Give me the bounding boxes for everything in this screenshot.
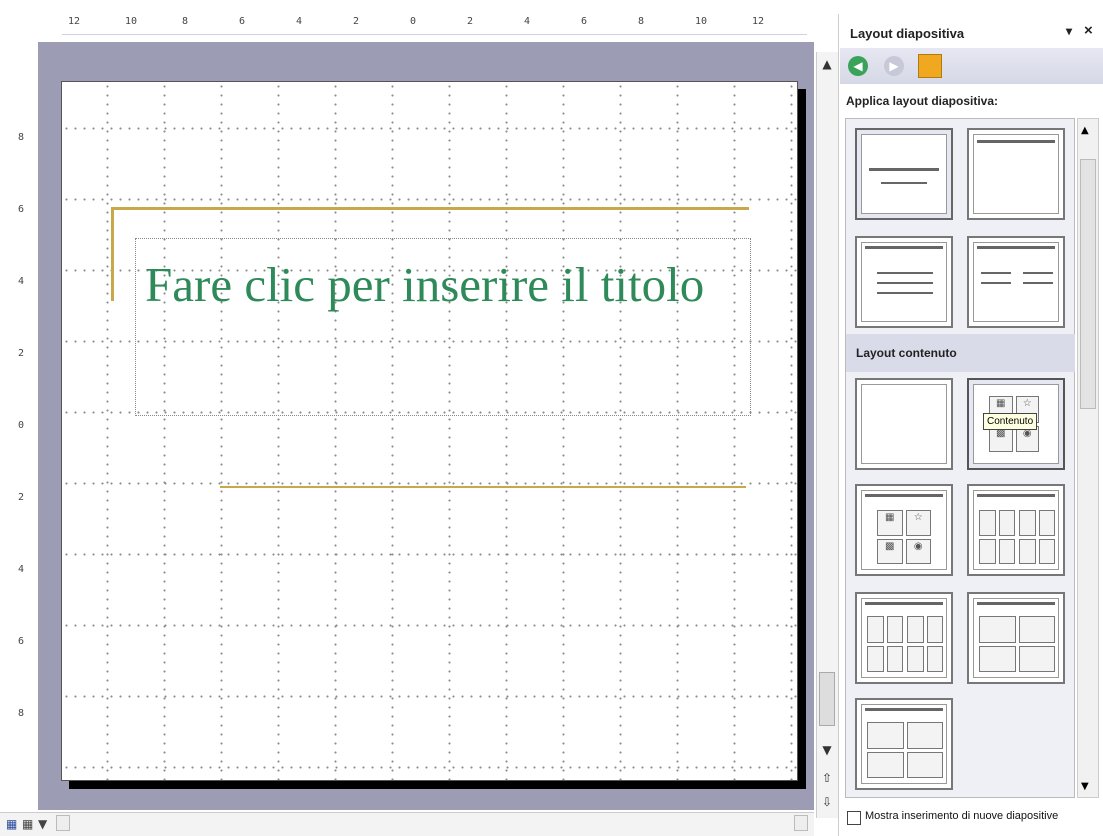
ruler-tick-label: 0 — [18, 420, 25, 431]
task-pane-navigation: ◀ ▶ — [840, 48, 1103, 84]
ruler-tick-label: 2 — [353, 16, 360, 27]
scroll-down-arrow-icon[interactable]: ▼ — [818, 742, 836, 758]
ruler-tick-label: 6 — [18, 636, 25, 647]
ruler-tick-label: 0 — [410, 16, 417, 27]
ruler-tick-label: 2 — [467, 16, 474, 27]
show-new-slide-label[interactable]: Mostra inserimento di nuove diapositive — [865, 810, 1058, 822]
layout-title-two-content[interactable] — [967, 484, 1065, 576]
ruler-labels: 12 10 8 6 4 2 0 2 4 6 8 10 12 — [62, 16, 807, 32]
pane-scroll-down-icon[interactable]: ▼ — [1081, 781, 1089, 792]
vertical-ruler: 8 6 4 2 0 2 4 6 8 — [14, 82, 34, 782]
scroll-thumb[interactable] — [819, 672, 835, 726]
pane-close-icon[interactable]: × — [1084, 22, 1093, 39]
normal-view-icon[interactable]: ▦ — [6, 817, 17, 831]
ruler-tick-label: 10 — [125, 16, 138, 27]
content-layout-heading: Layout contenuto — [846, 334, 1075, 372]
home-icon[interactable] — [918, 54, 942, 78]
layout-title-two-columns[interactable] — [967, 236, 1065, 328]
layout-tooltip: Contenuto — [983, 413, 1038, 430]
ruler-tick-label: 8 — [18, 708, 25, 719]
vertical-scrollbar[interactable]: ▲ ▼ ⇧ ⇩ — [816, 52, 838, 818]
slide-sorter-view-icon[interactable]: ▦ — [22, 817, 33, 831]
ruler-tick-label: 12 — [752, 16, 765, 27]
ruler-tick-label: 6 — [18, 204, 25, 215]
subtitle-accent-line — [220, 486, 746, 488]
hscroll-right-icon[interactable] — [794, 815, 808, 831]
ruler-tick-label: 4 — [296, 16, 303, 27]
layout-title-four-content[interactable] — [855, 698, 953, 790]
hscroll-left-icon[interactable] — [56, 815, 70, 831]
pane-scrollbar[interactable]: ▲ ▼ — [1077, 118, 1099, 798]
layout-title-text[interactable] — [855, 236, 953, 328]
ruler-tick-label: 12 — [68, 16, 81, 27]
slideshow-view-icon[interactable]: ▼ — [38, 817, 47, 831]
layout-title-content-two[interactable] — [855, 592, 953, 684]
next-slide-icon[interactable]: ⇩ — [818, 794, 836, 810]
ruler-tick-label: 2 — [18, 492, 25, 503]
layout-blank[interactable] — [855, 378, 953, 470]
apply-layout-heading: Applica layout diapositiva: — [846, 94, 999, 108]
horizontal-ruler: 12 10 8 6 4 2 0 2 4 6 8 10 12 — [62, 14, 807, 35]
ruler-tick-label: 6 — [239, 16, 246, 27]
ruler-tick-label: 4 — [524, 16, 531, 27]
slide-canvas[interactable] — [61, 81, 798, 781]
pane-dropdown-icon[interactable]: ▾ — [1066, 24, 1072, 38]
ruler-tick-label: 8 — [18, 132, 25, 143]
scroll-up-arrow-icon[interactable]: ▲ — [818, 56, 836, 72]
layout-title-two-content-over[interactable] — [967, 592, 1065, 684]
back-icon[interactable]: ◀ — [848, 56, 868, 76]
task-pane-header: Layout diapositiva ▾ × — [840, 18, 1103, 46]
ruler-tick-label: 4 — [18, 564, 25, 575]
layout-title-only[interactable] — [967, 128, 1065, 220]
pane-scroll-up-icon[interactable]: ▲ — [1081, 125, 1089, 136]
ruler-tick-label: 8 — [182, 16, 189, 27]
ruler-tick-label: 2 — [18, 348, 25, 359]
title-accent-bar — [111, 207, 114, 301]
ruler-tick-label: 10 — [695, 16, 708, 27]
title-placeholder-text[interactable]: Fare clic per inserire il titolo — [145, 256, 704, 313]
ruler-labels: 8 6 4 2 0 2 4 6 8 — [14, 82, 34, 782]
forward-icon[interactable]: ▶ — [884, 56, 904, 76]
task-pane-title: Layout diapositiva — [850, 26, 965, 41]
pane-scroll-thumb[interactable] — [1080, 159, 1096, 409]
ruler-tick-label: 8 — [638, 16, 645, 27]
previous-slide-icon[interactable]: ⇧ — [818, 770, 836, 786]
ruler-tick-label: 6 — [581, 16, 588, 27]
show-new-slide-checkbox[interactable] — [847, 811, 861, 825]
layout-title-content[interactable]: ▦ ☆ ▩ ◉ — [855, 484, 953, 576]
layout-title-slide[interactable] — [855, 128, 953, 220]
view-bar: ▦ ▦ ▼ — [0, 812, 814, 836]
title-accent-line — [111, 207, 749, 210]
ruler-tick-label: 4 — [18, 276, 25, 287]
